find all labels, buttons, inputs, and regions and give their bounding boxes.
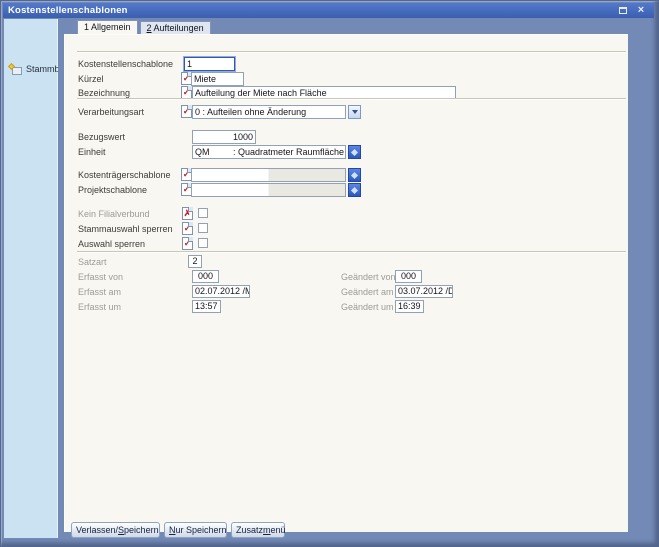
kostentraegerschablone-label: Kostenträgerschablone bbox=[78, 170, 171, 180]
erfasst-am-label: Erfasst am bbox=[78, 287, 121, 297]
kuerzel-field[interactable]: Miete bbox=[191, 72, 244, 86]
main-panel: 1 Allgemein 2 Aufteilungen Kostenstellen… bbox=[58, 19, 647, 538]
client-area: Stammblatt 1 Allgemein 2 Aufteilungen Ko… bbox=[4, 19, 647, 538]
sidebar: Stammblatt bbox=[4, 19, 58, 538]
geaendert-von-field: 000 bbox=[395, 270, 422, 283]
geaendert-am-label: Geändert am bbox=[341, 287, 394, 297]
einheit-label: Einheit bbox=[78, 147, 106, 157]
tab-aufteilungen[interactable]: 2 Aufteilungen bbox=[140, 21, 211, 34]
kostentraegerschablone-spinner-icon[interactable] bbox=[348, 168, 361, 182]
restore-icon[interactable] bbox=[617, 5, 629, 16]
einheit-spinner-icon[interactable] bbox=[348, 145, 361, 159]
projektschablone-field[interactable] bbox=[191, 183, 346, 197]
close-icon[interactable]: × bbox=[635, 5, 647, 16]
separator bbox=[77, 51, 626, 53]
stammauswahl-sperren-label: Stammauswahl sperren bbox=[78, 224, 173, 234]
kostentraegerschablone-field[interactable] bbox=[191, 168, 346, 182]
einheit-select[interactable]: QM : Quadratmeter Raumfläche bbox=[192, 145, 346, 159]
auswahl-sperren-label: Auswahl sperren bbox=[78, 239, 145, 249]
app-window: Kostenstellenschablonen × Stammblatt 1 A… bbox=[0, 0, 659, 547]
window-title: Kostenstellenschablonen bbox=[8, 5, 617, 16]
kein-filialverbund-blocked-x-icon: ✗ bbox=[182, 207, 193, 220]
nur-speichern-button[interactable]: Nur Speichern bbox=[164, 522, 227, 538]
kein-filialverbund-checkbox[interactable] bbox=[198, 208, 208, 218]
tab-page-allgemein: Kostenstellenschablone 1 Kürzel ✓ Miete … bbox=[64, 34, 628, 532]
geaendert-am-field: 03.07.2012 /Di bbox=[395, 285, 453, 298]
kuerzel-label: Kürzel bbox=[78, 74, 104, 84]
kostenstellenschablone-label: Kostenstellenschablone bbox=[78, 59, 173, 69]
einheit-code: QM bbox=[195, 147, 210, 157]
stammblatt-icon bbox=[9, 63, 22, 75]
separator bbox=[77, 251, 626, 253]
zusatzmenu-button[interactable]: Zusatzmenü bbox=[231, 522, 285, 538]
erfasst-von-field: 000 bbox=[192, 270, 219, 283]
auswahl-sperren-check-icon: ✓ bbox=[182, 237, 193, 250]
kostenstellenschablone-field[interactable]: 1 bbox=[184, 57, 235, 71]
erfasst-am-field: 02.07.2012 /Mo bbox=[192, 285, 250, 298]
geaendert-von-label: Geändert von bbox=[341, 272, 396, 282]
bezugswert-label: Bezugswert bbox=[78, 132, 125, 142]
projektschablone-label: Projektschablone bbox=[78, 185, 147, 195]
satzart-field: 2 bbox=[188, 255, 202, 268]
verarbeitungsart-required-check-icon: ✓ bbox=[181, 105, 192, 118]
titlebar: Kostenstellenschablonen × bbox=[3, 3, 654, 18]
stammauswahl-sperren-checkbox[interactable] bbox=[198, 223, 208, 233]
geaendert-um-field: 16:39 bbox=[395, 300, 424, 313]
tab-allgemein[interactable]: 1 Allgemein bbox=[77, 20, 138, 34]
verarbeitungsart-label: Verarbeitungsart bbox=[78, 107, 144, 117]
bezeichnung-label: Bezeichnung bbox=[78, 88, 130, 98]
geaendert-um-label: Geändert um bbox=[341, 302, 394, 312]
tab-strip: 1 Allgemein 2 Aufteilungen bbox=[77, 20, 211, 34]
erfasst-von-label: Erfasst von bbox=[78, 272, 123, 282]
projektschablone-spinner-icon[interactable] bbox=[348, 183, 361, 197]
bezugswert-field[interactable]: 1000 bbox=[192, 130, 256, 144]
stammauswahl-sperren-check-icon: ✓ bbox=[182, 222, 193, 235]
auswahl-sperren-checkbox[interactable] bbox=[198, 238, 208, 248]
kein-filialverbund-label: Kein Filialverbund bbox=[78, 209, 150, 219]
separator bbox=[77, 98, 626, 100]
verlassen-speichern-button[interactable]: Verlassen/Speichern bbox=[71, 522, 160, 538]
satzart-label: Satzart bbox=[78, 257, 107, 267]
verarbeitungsart-dropdown-icon[interactable] bbox=[348, 105, 361, 119]
verarbeitungsart-select[interactable]: 0 : Aufteilen ohne Änderung bbox=[192, 105, 346, 119]
erfasst-um-label: Erfasst um bbox=[78, 302, 121, 312]
einheit-desc: : Quadratmeter Raumfläche bbox=[233, 146, 344, 158]
erfasst-um-field: 13:57 bbox=[192, 300, 221, 313]
titlebar-buttons: × bbox=[617, 5, 647, 16]
